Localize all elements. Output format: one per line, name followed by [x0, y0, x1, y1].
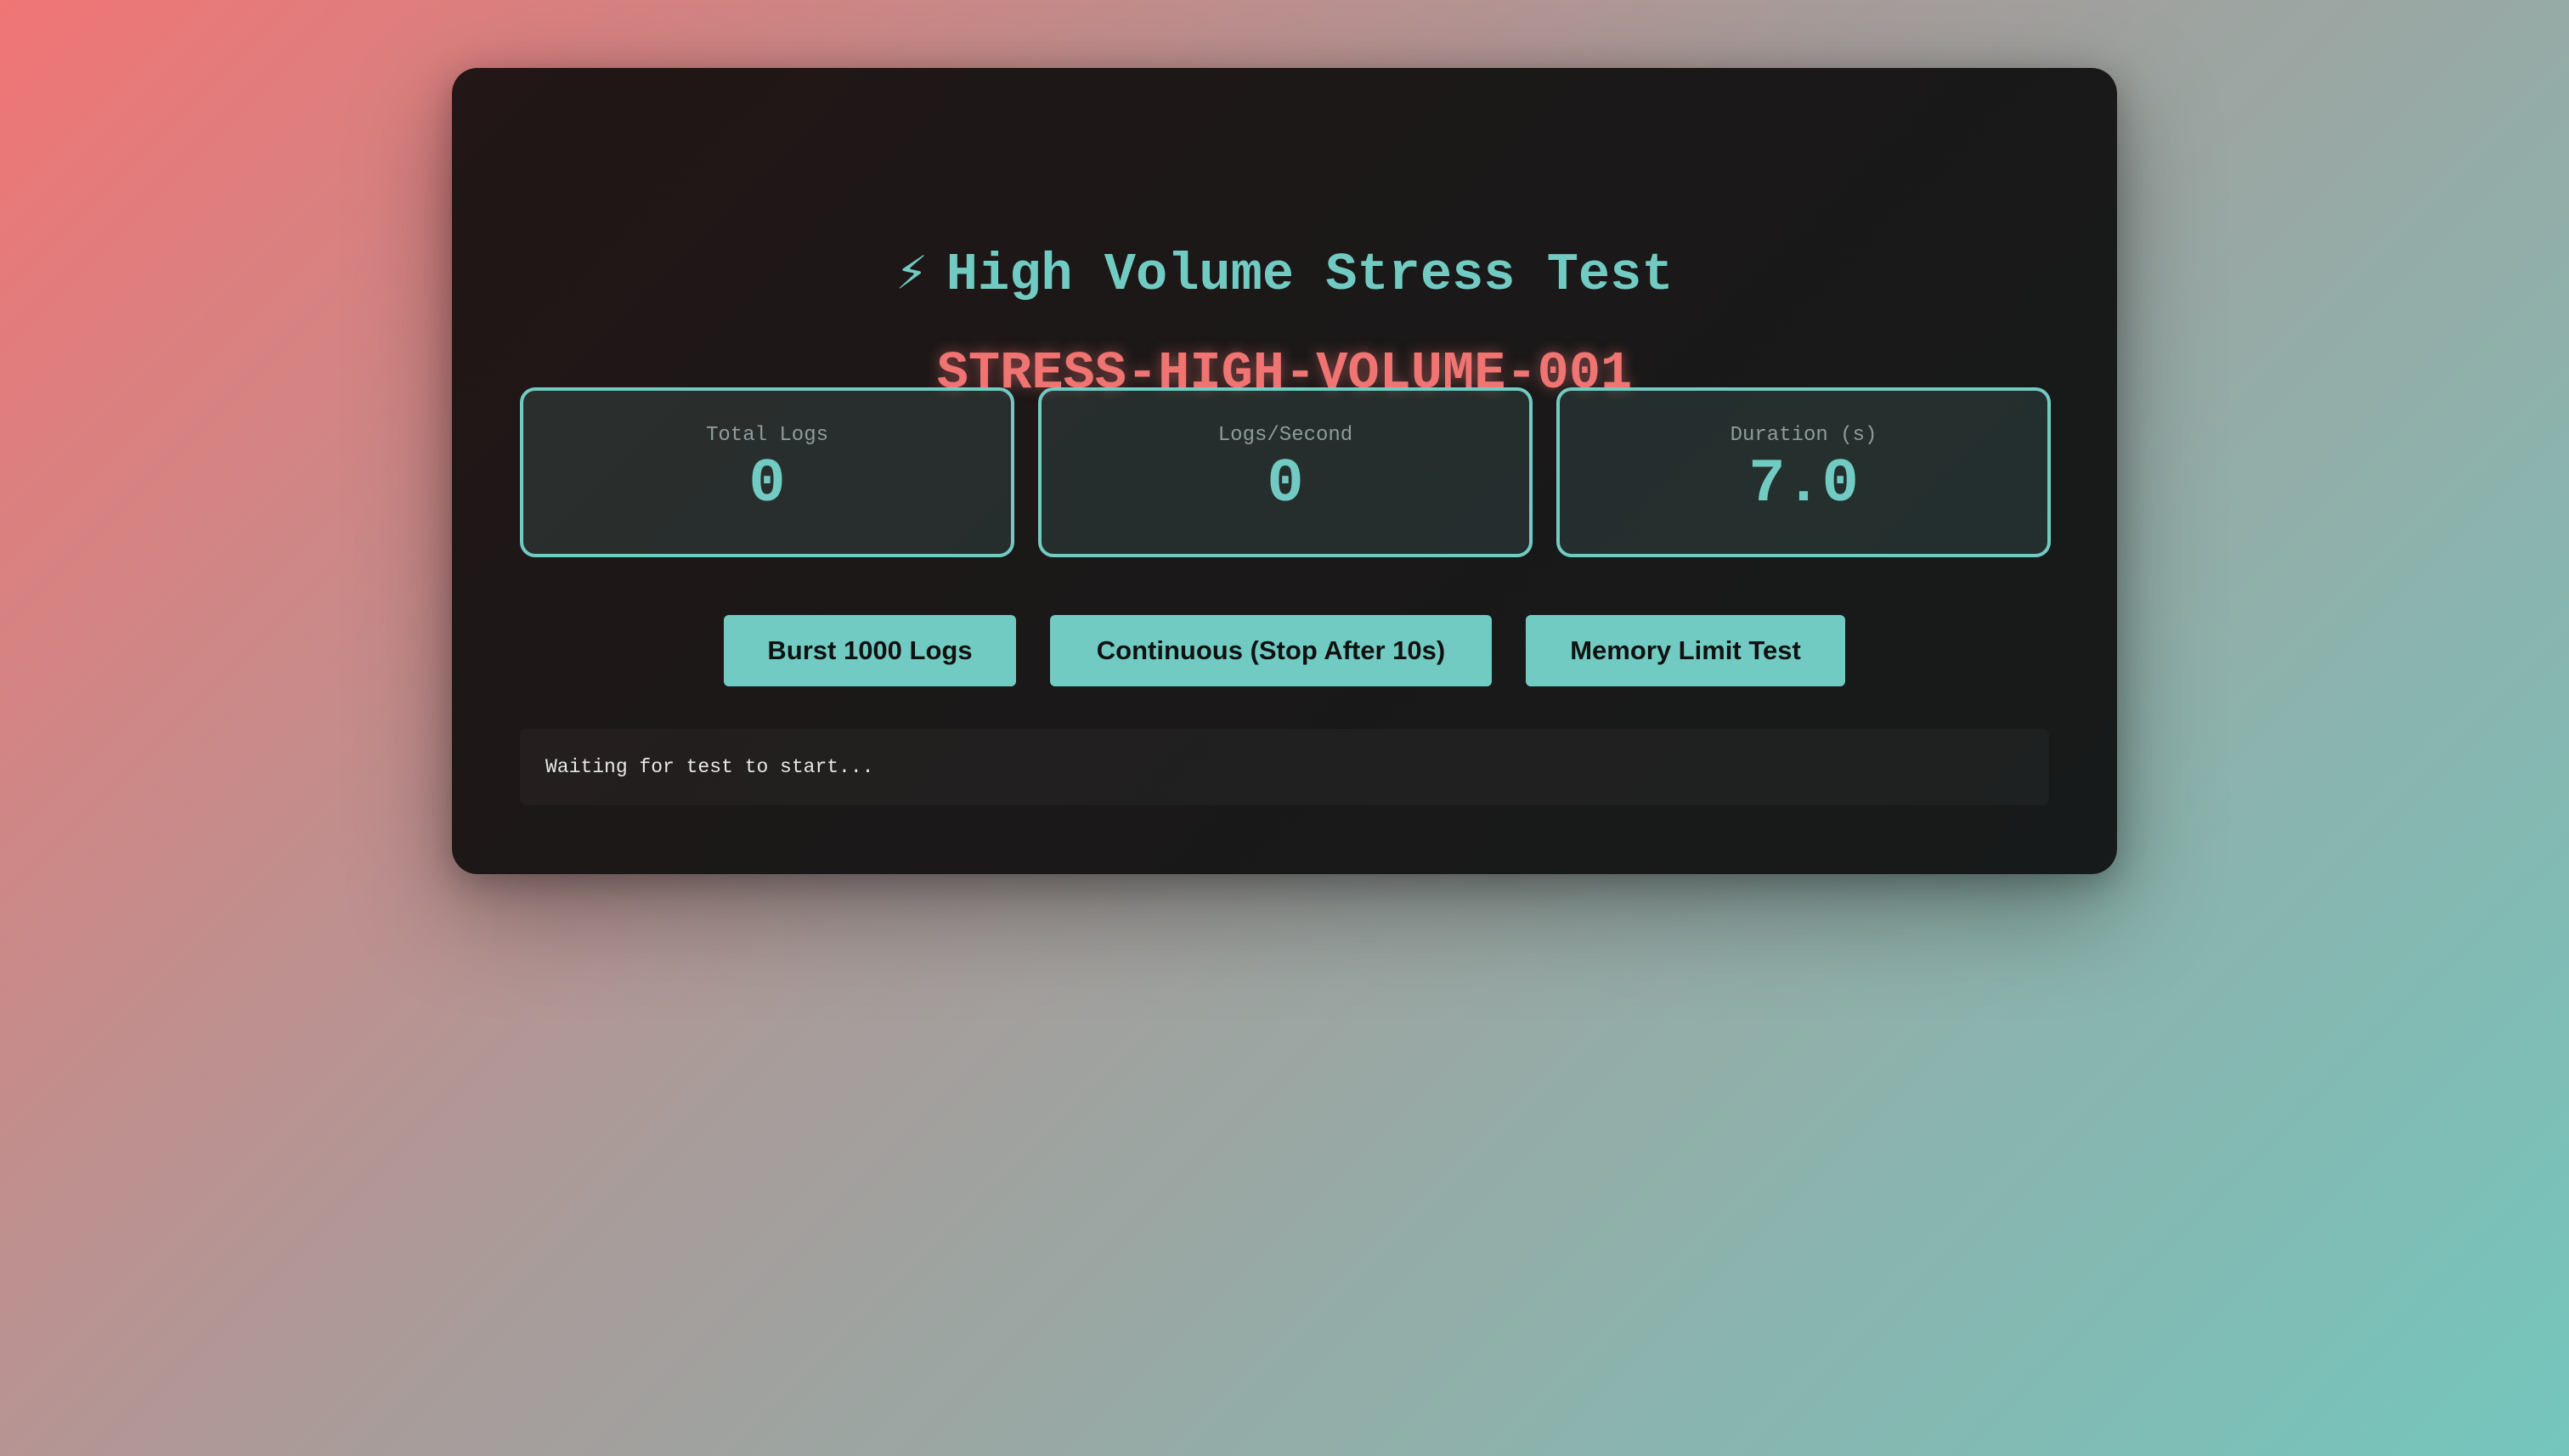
stat-value-duration: 7.0: [1748, 449, 1859, 519]
stat-value-logs-per-second: 0: [1267, 449, 1304, 519]
burst-logs-button[interactable]: Burst 1000 Logs: [724, 615, 1016, 686]
stat-value-total-logs: 0: [748, 449, 786, 519]
stat-card-logs-per-second: Logs/Second 0: [1038, 387, 1533, 557]
stat-label-logs-per-second: Logs/Second: [1217, 424, 1353, 447]
continuous-test-button[interactable]: Continuous (Stop After 10s): [1050, 615, 1492, 686]
log-output: Waiting for test to start...: [520, 729, 2049, 805]
action-buttons: Burst 1000 Logs Continuous (Stop After 1…: [452, 615, 2117, 688]
log-status-text: Waiting for test to start...: [545, 756, 874, 778]
page-title: ⚡ High Volume Stress Test: [452, 234, 2117, 316]
lightning-bolt-icon: ⚡: [895, 245, 928, 305]
stat-card-total-logs: Total Logs 0: [520, 387, 1014, 557]
stat-label-total-logs: Total Logs: [705, 424, 829, 447]
stress-test-panel: ⚡ High Volume Stress Test STRESS-HIGH-VOL…: [452, 68, 2117, 874]
memory-limit-test-button[interactable]: Memory Limit Test: [1526, 615, 1845, 686]
stat-label-duration: Duration (s): [1730, 424, 1877, 447]
page-title-text: High Volume Stress Test: [946, 245, 1674, 305]
stats-row: Total Logs 0 Logs/Second 0 Duration (s) …: [520, 387, 2051, 557]
stat-card-duration: Duration (s) 7.0: [1556, 387, 2051, 557]
